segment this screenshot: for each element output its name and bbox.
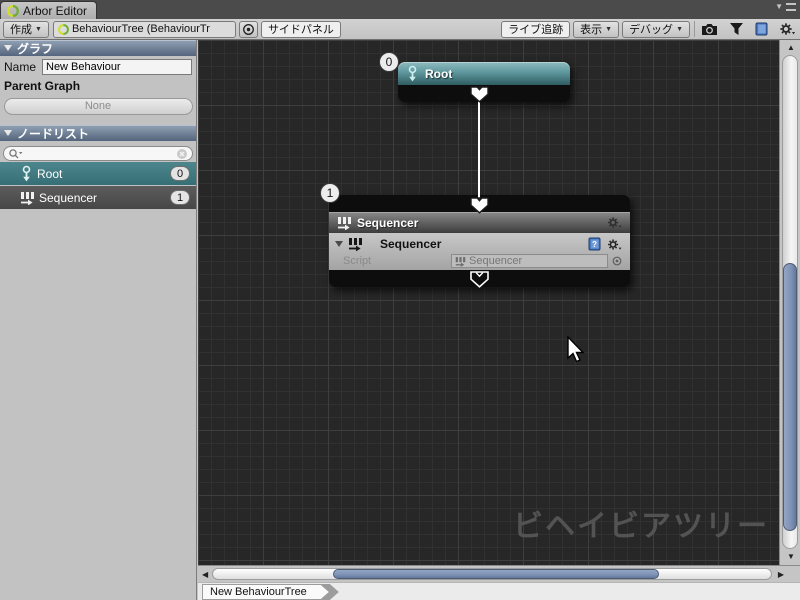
nodelist-item-label: Root [37,167,62,181]
window-title: Arbor Editor [23,4,87,18]
scroll-left-arrow[interactable]: ◀ [202,571,208,579]
scroll-up-arrow[interactable]: ▲ [787,44,795,52]
script-value: Sequencer [469,255,522,267]
horizontal-scroll-thumb[interactable] [333,569,659,579]
object-picker-icon[interactable] [612,256,622,266]
arbor-logo-icon [58,24,69,35]
ping-graph-button[interactable] [239,21,258,38]
settings-gear-icon[interactable] [779,22,795,36]
graph-name-input[interactable] [42,59,192,75]
root-node-badge: 0 [379,52,399,72]
toolbar-separator [694,21,695,37]
dropdown-arrow-icon: ▼ [605,26,612,33]
nodelist-item-sequencer[interactable]: Sequencer 1 [0,186,196,209]
live-tracking-toggle[interactable]: ライブ追跡 [501,21,570,38]
sequencer-node-header[interactable]: Sequencer [329,212,630,233]
vertical-scrollbar: ▲ ▼ [779,40,800,565]
tab-arbor-editor[interactable]: Arbor Editor [0,1,97,19]
view-dropdown[interactable]: 表示▼ [573,21,619,38]
side-panel: グラフ Name Parent Graph None ノードリスト Root [0,40,197,600]
root-pin-icon [406,65,419,82]
nodelist-item-label: Sequencer [39,191,97,205]
parent-graph-label: Parent Graph [4,79,192,93]
svg-text:?: ? [592,240,597,249]
root-node-title: Root [425,67,452,81]
sequencer-icon [348,237,363,251]
breadcrumb-label: New BehaviourTree [203,585,329,599]
book-icon[interactable] [755,22,768,36]
sequencer-output-connector[interactable] [470,271,489,288]
behaviour-title: Sequencer [380,237,441,251]
vertical-scroll-track[interactable] [782,55,798,549]
node-id-badge: 1 [170,190,190,205]
sidepanel-toggle[interactable]: サイドパネル [261,21,341,38]
node-connection-line [478,98,480,200]
watermark-text: ビヘイビアツリー [513,501,769,545]
debug-dropdown[interactable]: デバッグ▼ [622,21,690,38]
help-book-icon[interactable]: ? [588,237,601,251]
graph-selector[interactable]: BehaviourTree (BehaviourTr [53,21,236,38]
nodelist-section-header[interactable]: ノードリスト [0,125,196,141]
sequencer-icon [337,216,352,230]
script-label: Script [335,255,447,267]
parent-graph-button[interactable]: None [4,98,193,115]
panel-menu-icon[interactable]: ▼ [775,2,796,11]
breadcrumb-bar: New BehaviourTree [198,582,800,600]
scroll-right-arrow[interactable]: ▶ [778,571,784,579]
foldout-triangle-icon [4,45,12,51]
sequencer-node-badge: 1 [320,183,340,203]
script-object-field[interactable]: Sequencer [451,254,608,268]
search-input[interactable] [26,148,173,160]
dropdown-arrow-icon: ▼ [676,26,683,33]
foldout-triangle-icon [4,130,12,136]
window-tab-bar: Arbor Editor ▼ [0,0,800,19]
root-node-header[interactable]: Root [398,62,570,85]
sequencer-icon [455,256,466,267]
sequencer-node-title: Sequencer [357,216,418,230]
scroll-down-arrow[interactable]: ▼ [787,553,795,561]
vertical-scroll-thumb[interactable] [783,263,797,531]
behaviour-panel: Sequencer ? Script [329,233,630,270]
horizontal-scrollbar: ◀ ▶ [198,565,800,582]
mouse-cursor [566,336,585,365]
root-output-connector[interactable] [470,86,489,103]
graph-canvas[interactable]: 0 Root 1 Sequencer [198,40,779,565]
breadcrumb[interactable]: New BehaviourTree [202,584,339,600]
graph-section-header[interactable]: グラフ [0,40,196,56]
arbor-logo-icon [7,5,19,17]
horizontal-scroll-track[interactable] [212,568,772,580]
filter-icon[interactable] [729,22,744,36]
clear-search-icon[interactable] [176,148,188,160]
create-button[interactable]: 作成▼ [3,21,49,38]
node-settings-gear-icon[interactable] [606,216,622,229]
arbor-editor-window: Arbor Editor ▼ 作成▼ BehaviourTree (Behavi… [0,0,800,600]
name-label: Name [4,60,42,74]
root-pin-icon [20,165,33,182]
foldout-triangle-icon[interactable] [335,241,343,247]
main-toolbar: 作成▼ BehaviourTree (BehaviourTr サイドパネル ライ… [0,19,800,40]
node-search-box [3,146,193,161]
node-id-badge: 0 [170,166,190,181]
sequencer-icon [20,191,35,205]
sequencer-input-connector[interactable] [470,197,489,214]
dropdown-arrow-icon: ▼ [35,26,42,33]
camera-icon[interactable] [701,23,718,36]
behaviour-gear-icon[interactable] [606,238,622,251]
search-icon[interactable] [8,148,23,160]
nodelist-item-root[interactable]: Root 0 [0,162,196,185]
ping-icon [242,23,255,36]
